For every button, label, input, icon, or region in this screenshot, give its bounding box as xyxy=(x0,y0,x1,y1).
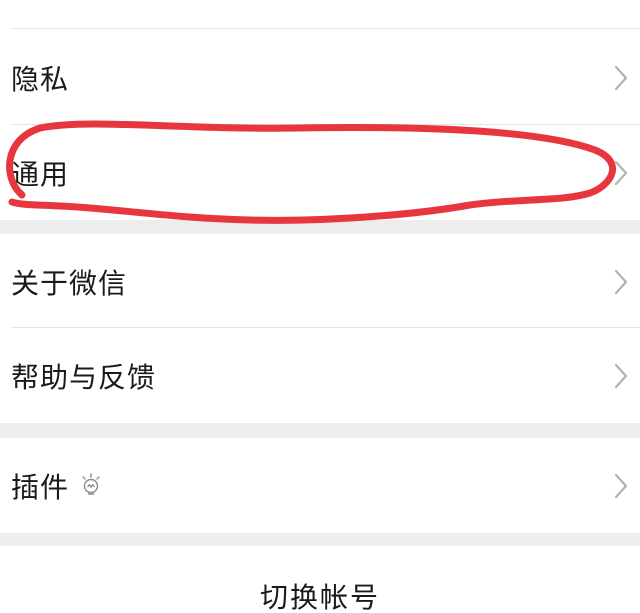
settings-item-general[interactable]: 通用 xyxy=(0,125,640,220)
chevron-right-icon xyxy=(614,269,628,294)
settings-item-about-wechat[interactable]: 关于微信 xyxy=(0,234,640,329)
switch-account-button[interactable]: 切换帐号 xyxy=(0,546,640,613)
settings-item-privacy[interactable]: 隐私 xyxy=(0,30,640,125)
lightbulb-icon xyxy=(82,472,100,495)
settings-item-label: 帮助与反馈 xyxy=(11,360,157,394)
settings-item-label: 通用 xyxy=(11,157,70,191)
settings-group-privacy-general: 隐私 通用 xyxy=(0,0,640,220)
settings-group-about-help: 关于微信 帮助与反馈 xyxy=(0,234,640,423)
settings-item-help-feedback[interactable]: 帮助与反馈 xyxy=(0,328,640,423)
settings-item-label: 隐私 xyxy=(11,62,70,96)
chevron-right-icon xyxy=(614,363,628,388)
settings-page: 隐私 通用 关于微信 帮助与反馈 插件 切换帐号 xyxy=(0,0,640,613)
settings-item-plugins[interactable]: 插件 xyxy=(0,438,640,533)
settings-item-label: 插件 xyxy=(11,470,70,504)
divider xyxy=(11,28,640,29)
chevron-right-icon xyxy=(614,65,628,90)
switch-account-label: 切换帐号 xyxy=(259,581,380,613)
settings-group-plugins: 插件 xyxy=(0,438,640,533)
chevron-right-icon xyxy=(614,160,628,185)
chevron-right-icon xyxy=(614,473,628,498)
settings-item-label: 关于微信 xyxy=(11,266,128,300)
